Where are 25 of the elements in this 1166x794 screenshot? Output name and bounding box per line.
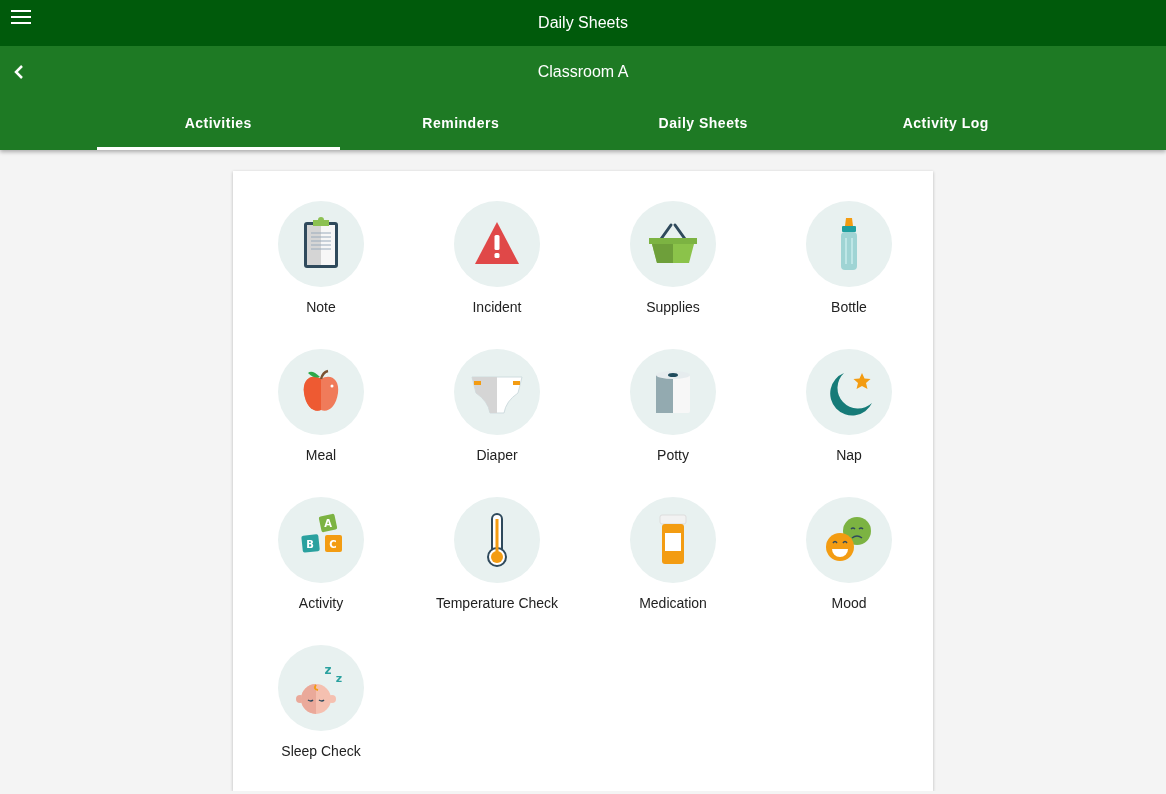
activity-label: Activity: [298, 595, 344, 611]
activity-label: Nap: [836, 447, 862, 463]
activity-label: Meal: [305, 447, 337, 463]
tab[interactable]: Daily Sheets: [582, 98, 825, 150]
activity-label: Temperature Check: [435, 595, 559, 611]
activity-label: Bottle: [831, 299, 867, 315]
activity-button[interactable]: z z: [278, 645, 364, 731]
activity-label: Note: [306, 299, 336, 315]
app-title: Daily Sheets: [538, 14, 628, 32]
activity-label: Medication: [639, 595, 707, 611]
activity-label: Potty: [657, 447, 689, 463]
activity-label: Diaper: [476, 447, 518, 463]
tab[interactable]: Activity Log: [824, 98, 1067, 150]
activity-label: Sleep Check: [281, 743, 361, 759]
activity-button[interactable]: A B C: [278, 497, 364, 583]
back-icon: [14, 65, 24, 79]
tab[interactable]: Activities: [97, 98, 340, 150]
activity-label: Supplies: [646, 299, 700, 315]
activity-label: Mood: [831, 595, 867, 611]
bottle-icon: [840, 217, 858, 271]
menu-button[interactable]: [10, 9, 32, 27]
menu-icon: [10, 9, 32, 25]
activity-label: Incident: [472, 299, 522, 315]
classroom-title: Classroom A: [537, 63, 629, 81]
tab[interactable]: Reminders: [339, 98, 582, 150]
